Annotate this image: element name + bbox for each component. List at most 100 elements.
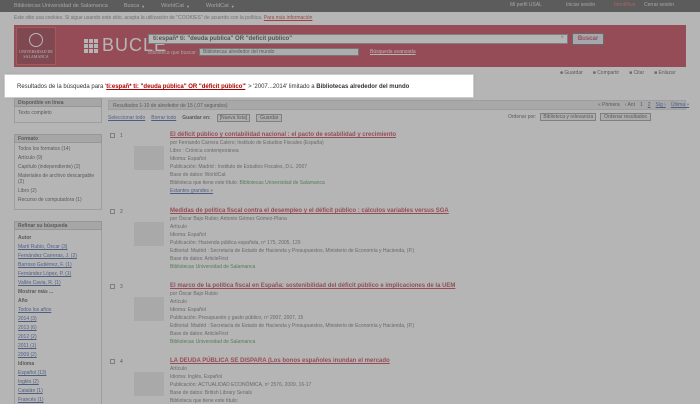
topnav-home[interactable]: Bibliotecas Universidad de Salamanca xyxy=(14,3,108,9)
author-link[interactable]: Fernández Carreras, J. (2) xyxy=(18,253,77,259)
cookie-info-link[interactable]: Para más información xyxy=(264,15,313,21)
author-heading: Autor xyxy=(18,235,32,241)
record-type: Libro : Crónica contemporánea xyxy=(170,148,239,154)
year-link[interactable]: 2011 (1) xyxy=(18,343,36,349)
record-holding: Biblioteca que tiene este título: Biblio… xyxy=(170,180,670,186)
scope-value: Bibliotecas alrededor del mundo xyxy=(203,49,275,55)
author-link[interactable]: Fernández López, P. (1) xyxy=(18,271,71,277)
related-link[interactable]: Estantes grandes » xyxy=(170,188,213,194)
university-logo[interactable]: UNIVERSIDAD DE SALAMANCA xyxy=(16,27,56,65)
sort-button[interactable]: Ordenar resultados xyxy=(600,113,651,121)
holding-library[interactable]: Bibliotecas Universidad de Salamanca xyxy=(170,339,255,345)
format-header[interactable]: Formato xyxy=(14,134,102,143)
topnav-worldcat[interactable]: WorldCat ▼ xyxy=(161,3,190,9)
pager-first[interactable]: « Primera xyxy=(598,102,620,108)
logo-text: UNIVERSIDAD DE SALAMANCA xyxy=(19,49,53,59)
breadcrumb-middle: ' > '2007...2014' limitado a xyxy=(245,84,317,90)
record-title-link[interactable]: El marco de la política fiscal en España… xyxy=(170,283,670,289)
year-link[interactable]: 2014 (3) xyxy=(18,316,37,322)
format-item[interactable]: Libro (2) xyxy=(18,188,98,194)
pager-next[interactable]: Sig › xyxy=(656,102,666,108)
holding-library[interactable]: Bibliotecas Universidad de Salamanca xyxy=(170,264,255,270)
pager-page-1: 1 xyxy=(639,102,643,108)
record-title-link[interactable]: Medidas de política fiscal contra el des… xyxy=(170,208,670,214)
save-to-label: Guardar en: xyxy=(182,115,211,121)
language-link[interactable]: Español (13) xyxy=(18,370,46,376)
author-link[interactable]: Barroso Gutiérrez, F. (1) xyxy=(18,262,72,268)
pager-page-2[interactable]: 2 xyxy=(648,102,651,108)
format-item[interactable]: Capítulo (independiente) (2) xyxy=(18,164,98,170)
share-action[interactable]: Compartir xyxy=(593,70,619,76)
language-link[interactable]: Catalán (1) xyxy=(18,388,43,394)
scope-select[interactable]: Bibliotecas alrededor del mundo xyxy=(199,48,359,56)
refine-header[interactable]: Refinar su búsqueda xyxy=(14,221,102,230)
format-facet: Formato Todos los formatos (14) Artículo… xyxy=(14,134,102,210)
record-type: Artículo xyxy=(170,299,187,305)
record-author: por Óscar Bajo Rubio; Antonio Gómez Góme… xyxy=(170,216,287,222)
site-header: UNIVERSIDAD DE SALAMANCA BUCLE ti:españ*… xyxy=(14,25,686,67)
pager-prev[interactable]: ‹ Ant xyxy=(625,102,635,108)
sign-out-link[interactable]: Cerrar sesión xyxy=(644,2,674,8)
sort-label: Ordenar por: xyxy=(508,114,537,120)
book-cover-thumbnail[interactable] xyxy=(134,146,164,170)
author-link[interactable]: Vallés Cavia, R. (1) xyxy=(18,280,61,286)
record-publication: Publicación: Hacienda pública española, … xyxy=(170,240,301,246)
clear-all-link[interactable]: Borrar todo xyxy=(151,115,176,121)
format-item[interactable]: Recurso de computadora (1) xyxy=(18,197,98,203)
format-item[interactable]: Materiales de archivo descargable (2) xyxy=(18,173,98,185)
year-link[interactable]: 2009 (2) xyxy=(18,352,37,358)
format-item[interactable]: Todos los formatos (14) xyxy=(18,146,98,152)
record-type: Artículo xyxy=(170,224,187,230)
search-button[interactable]: Buscar xyxy=(572,33,604,45)
sign-in-link[interactable]: Iniciar sesión xyxy=(566,2,595,8)
record-checkbox[interactable] xyxy=(110,133,115,138)
link-action[interactable]: Enlazar xyxy=(654,70,676,76)
sort-select[interactable]: Biblioteca y relevancia xyxy=(540,113,597,121)
year-link[interactable]: 2012 (2) xyxy=(18,334,37,340)
pagination: « Primera ‹ Ant 1 2 Sig › Última » xyxy=(598,102,689,108)
identify-link[interactable]: Identificar xyxy=(614,2,636,8)
record-number: 1 xyxy=(120,133,123,139)
holding-label: Biblioteca que tiene este título: xyxy=(170,180,239,186)
record-title-link[interactable]: LA DEUDA PÚBLICA SE DISPARA (Los bonos e… xyxy=(170,358,670,364)
scope-label: Biblioteca que buscar: xyxy=(148,50,198,56)
record-publisher: Editorial: Madrid : Secretaría de Estado… xyxy=(170,248,415,254)
record-title-link[interactable]: El déficit público y contabilidad nacion… xyxy=(170,132,670,138)
language-link[interactable]: Francés (1) xyxy=(18,397,44,403)
cite-action[interactable]: Citar xyxy=(629,70,645,76)
format-item[interactable]: Artículo (9) xyxy=(18,155,98,161)
year-link[interactable]: 2013 (6) xyxy=(18,325,37,331)
save-action[interactable]: Guardar xyxy=(560,70,582,76)
year-heading: Año xyxy=(18,298,28,304)
search-input[interactable]: ti:españ* ti: "deuda publica" OR "defici… xyxy=(148,34,568,44)
holding-library[interactable]: Bibliotecas Universidad de Salamanca xyxy=(240,180,325,186)
breadcrumb-query-link[interactable]: ti:españ* ti: "deuda pública" OR "défici… xyxy=(106,84,245,90)
crest-icon xyxy=(29,33,43,47)
show-more-link[interactable]: Mostrar más ... xyxy=(18,289,53,295)
chevron-down-icon: ▼ xyxy=(141,3,146,9)
advanced-search-link[interactable]: Búsqueda avanzada xyxy=(370,49,416,55)
save-to-button[interactable]: Guardar xyxy=(256,114,283,122)
record-checkbox[interactable] xyxy=(110,359,115,364)
record-database: Base de datos: British Library Serials xyxy=(170,390,252,396)
record-checkbox[interactable] xyxy=(110,284,115,289)
save-to-select[interactable]: [Nueva lista] xyxy=(216,114,251,122)
availability-header[interactable]: Disponible en línea xyxy=(14,98,102,107)
author-link[interactable]: Martí Rubio, Óscar (3) xyxy=(18,244,67,250)
record-holding-label: Biblioteca que tiene este título: xyxy=(170,398,239,404)
chevron-down-icon: ▼ xyxy=(185,3,190,9)
record-checkbox[interactable] xyxy=(110,209,115,214)
topnav-worldcat-2[interactable]: WorldCat ▼ xyxy=(206,3,235,9)
pager-last[interactable]: Última » xyxy=(671,102,689,108)
year-link[interactable]: Todos los años xyxy=(18,307,51,313)
clear-search-icon[interactable]: × xyxy=(560,35,564,41)
my-profile-link[interactable]: Mi perfil USAL xyxy=(510,2,542,8)
breadcrumb: Resultados de la búsqueda para 'ti:españ… xyxy=(4,74,474,98)
fulltext-option[interactable]: Texto completo xyxy=(18,110,98,116)
breadcrumb-scope: Bibliotecas alrededor del mundo xyxy=(316,84,410,90)
results-count: Resultados 1-10 de alrededor de 15 (.07 … xyxy=(113,103,228,109)
record-number: 3 xyxy=(120,284,123,290)
select-all-link[interactable]: Seleccionar todo xyxy=(108,115,145,121)
topnav-busca[interactable]: Busca ▼ xyxy=(124,3,145,9)
language-link[interactable]: Inglés (2) xyxy=(18,379,39,385)
